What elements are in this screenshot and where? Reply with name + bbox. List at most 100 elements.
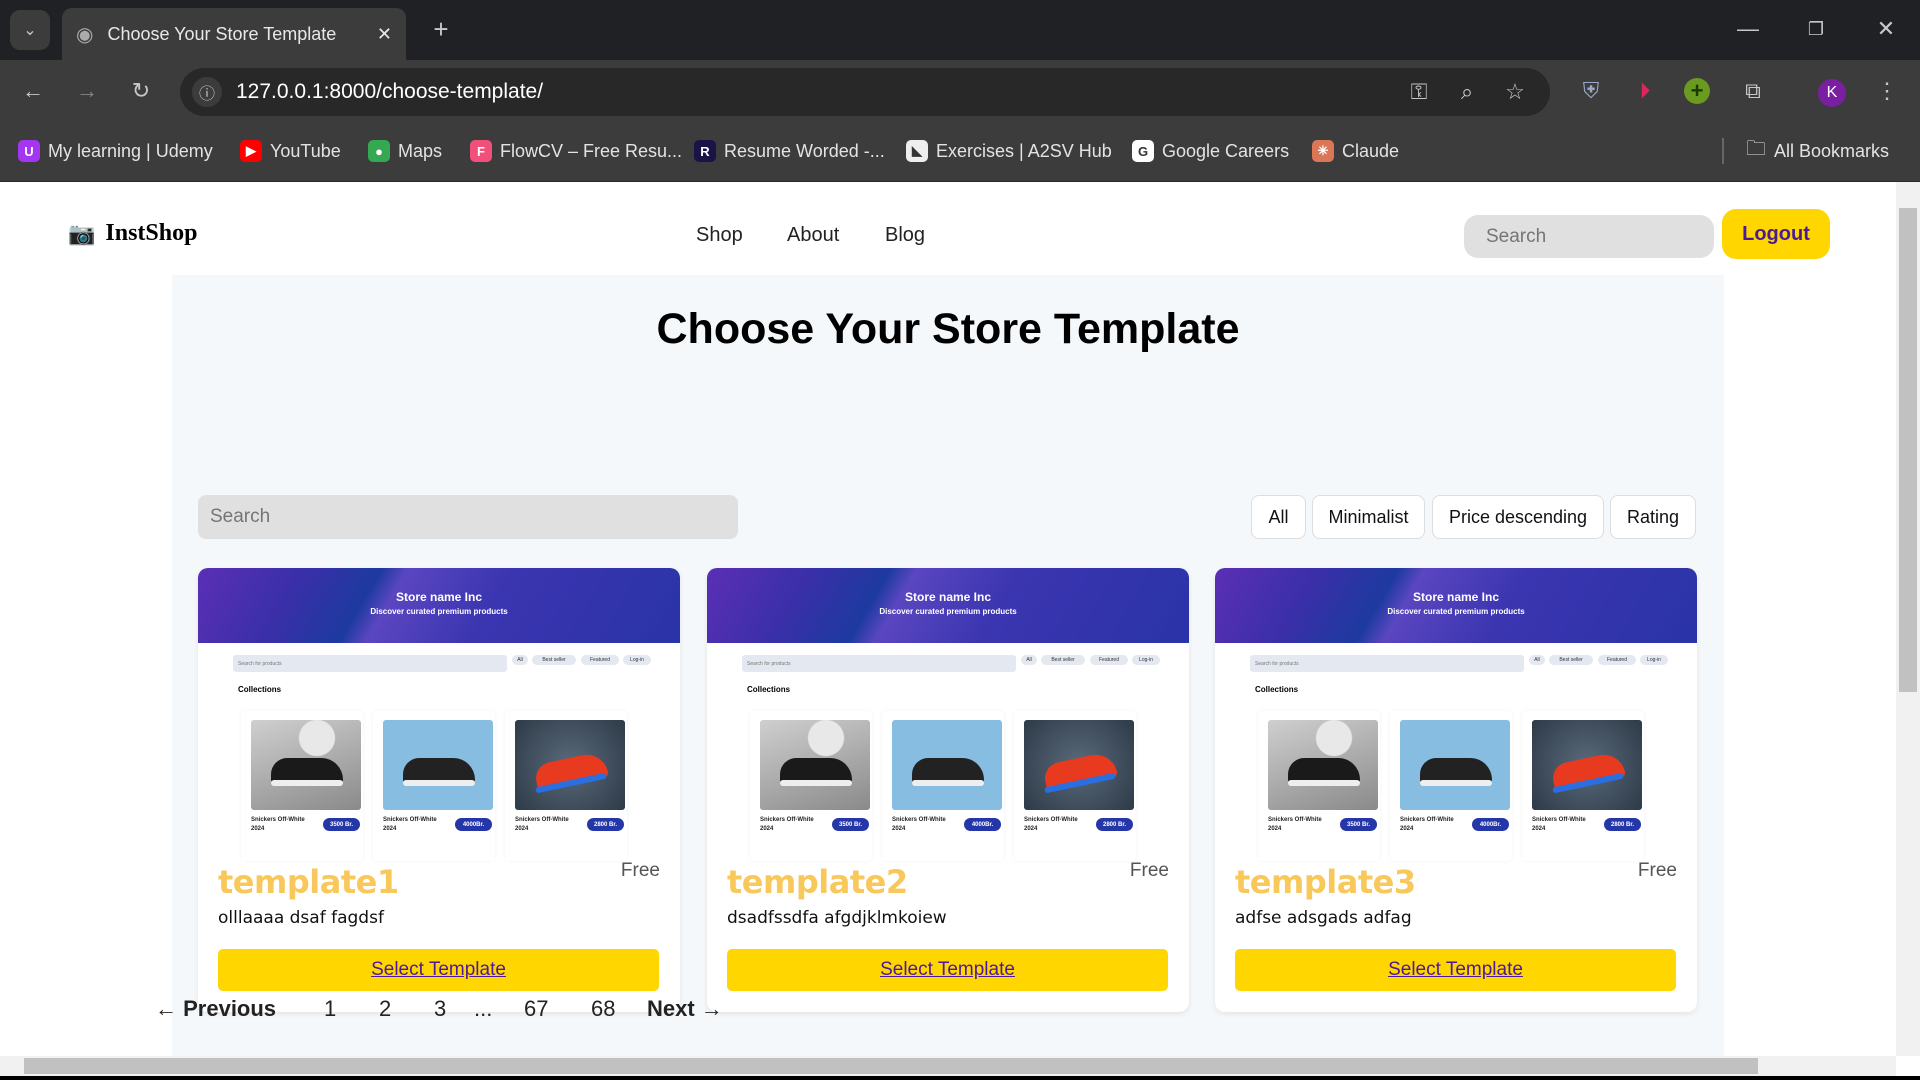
template-description: olllaaaa dsaf fagdsf bbox=[218, 908, 384, 928]
select-template-button[interactable]: Select Template bbox=[1235, 949, 1676, 991]
price-badge: 2800 Br. bbox=[587, 818, 624, 831]
shield-extension-icon[interactable]: ⛨ bbox=[1576, 76, 1606, 106]
bookmark-item[interactable]: F FlowCV – Free Resu... bbox=[470, 134, 682, 168]
close-tab-icon[interactable]: ✕ bbox=[377, 24, 392, 45]
preview-product: Snickers Off-White 2024 3500 Br. bbox=[241, 711, 363, 861]
filter-price-descending[interactable]: Price descending bbox=[1432, 495, 1604, 539]
sneaker-sole bbox=[1288, 780, 1360, 786]
bookmark-item[interactable]: ◣ Exercises | A2SV Hub bbox=[906, 134, 1112, 168]
filter-all[interactable]: All bbox=[1251, 495, 1306, 539]
price-badge: 4000Br. bbox=[1472, 818, 1509, 831]
preview-banner: Store name Inc Discover curated premium … bbox=[198, 568, 680, 643]
site-info-icon[interactable]: ⓘ bbox=[192, 77, 222, 107]
bookmark-item[interactable]: U My learning | Udemy bbox=[18, 134, 213, 168]
product-name: Snickers Off-White 2024 bbox=[251, 817, 305, 832]
password-key-icon[interactable]: ⚿ bbox=[1404, 77, 1434, 107]
tab-active[interactable]: ◉ Choose Your Store Template ✕ bbox=[62, 8, 406, 60]
record-extension-icon[interactable]: ⏵ bbox=[1630, 76, 1660, 106]
logout-button[interactable]: Logout bbox=[1722, 209, 1830, 259]
pagination-page[interactable]: 1 bbox=[324, 995, 336, 1023]
bookmark-star-icon[interactable]: ☆ bbox=[1500, 77, 1530, 107]
camera-icon: 📷 bbox=[68, 220, 96, 246]
pagination-page[interactable]: 68 bbox=[591, 995, 615, 1023]
bookmark-item[interactable]: R Resume Worded -... bbox=[694, 134, 885, 168]
product-name: Snickers Off-White 2024 bbox=[515, 817, 569, 832]
preview-search: Search for products bbox=[742, 655, 1016, 672]
all-bookmarks-button[interactable]: 🗀 All Bookmarks bbox=[1746, 134, 1889, 168]
profile-avatar[interactable]: K bbox=[1818, 79, 1846, 107]
price-badge: 2800 Br. bbox=[1604, 818, 1641, 831]
preview-chip: Log-in bbox=[1640, 655, 1668, 665]
preview-store-name: Store name Inc bbox=[1412, 590, 1500, 604]
preview-chip: All bbox=[1529, 655, 1545, 665]
preview-chip: Best seller bbox=[1041, 655, 1085, 665]
horizontal-scroll-thumb[interactable] bbox=[24, 1058, 1758, 1074]
preview-product: Snickers Off-White 2024 4000Br. bbox=[882, 711, 1004, 861]
logo[interactable]: 📷 InstShop bbox=[68, 220, 197, 247]
address-bar[interactable]: ⓘ 127.0.0.1:8000/choose-template/ ⚿ ⌕ ☆ bbox=[180, 68, 1550, 116]
restore-button[interactable]: ❐ bbox=[1798, 14, 1834, 44]
select-template-button[interactable]: Select Template bbox=[727, 949, 1168, 991]
bookmark-item[interactable]: G Google Careers bbox=[1132, 134, 1289, 168]
template-description: adfse adsgads adfag bbox=[1235, 908, 1412, 928]
close-window-button[interactable]: ✕ bbox=[1868, 14, 1904, 44]
preview-banner: Store name Inc Discover curated premium … bbox=[707, 568, 1189, 643]
menu-kebab-icon[interactable]: ⋮ bbox=[1872, 76, 1902, 106]
pagination-page[interactable]: 3 bbox=[434, 995, 446, 1023]
bookmark-item[interactable]: ● Maps bbox=[368, 134, 442, 168]
preview-product: Snickers Off-White 2024 3500 Br. bbox=[1258, 711, 1380, 861]
product-name: Snickers Off-White 2024 bbox=[1532, 817, 1586, 832]
price-badge: 3500 Br. bbox=[832, 818, 869, 831]
udemy-icon: U bbox=[18, 140, 40, 162]
vertical-scrollbar[interactable] bbox=[1896, 182, 1920, 1056]
preview-chip: Featured bbox=[581, 655, 619, 665]
bookmark-item[interactable]: ✳ Claude bbox=[1312, 134, 1399, 168]
preview-product: Snickers Off-White 2024 2800 Br. bbox=[505, 711, 627, 861]
template-card[interactable]: Store name Inc Discover curated premium … bbox=[707, 568, 1189, 1012]
back-button[interactable]: ← bbox=[18, 76, 48, 106]
url-text: 127.0.0.1:8000/choose-template/ bbox=[236, 80, 544, 103]
reload-button[interactable]: ↻ bbox=[126, 76, 156, 106]
screen-edge bbox=[0, 1076, 1920, 1080]
logo-text: InstShop bbox=[105, 220, 198, 246]
product-image bbox=[515, 720, 625, 810]
product-name: Snickers Off-White 2024 bbox=[1268, 817, 1322, 832]
preview-search: Search for products bbox=[233, 655, 507, 672]
template-card[interactable]: Store name Inc Discover curated premium … bbox=[1215, 568, 1697, 1012]
nav-blog[interactable]: Blog bbox=[885, 224, 925, 247]
nav-shop[interactable]: Shop bbox=[696, 224, 743, 247]
filter-minimalist[interactable]: Minimalist bbox=[1312, 495, 1425, 539]
horizontal-scrollbar[interactable] bbox=[0, 1056, 1896, 1076]
preview-product: Snickers Off-White 2024 3500 Br. bbox=[750, 711, 872, 861]
nav-about[interactable]: About bbox=[787, 224, 839, 247]
template-search-input[interactable] bbox=[198, 495, 738, 539]
folder-icon: 🗀 bbox=[1746, 138, 1766, 160]
select-template-button[interactable]: Select Template bbox=[218, 949, 659, 991]
plus-extension-icon[interactable]: + bbox=[1684, 78, 1710, 104]
preview-chip: Log-in bbox=[623, 655, 651, 665]
vertical-scroll-thumb[interactable] bbox=[1899, 208, 1917, 692]
a2sv-icon: ◣ bbox=[906, 140, 928, 162]
bookmark-label: Resume Worded -... bbox=[724, 140, 885, 161]
zoom-icon[interactable]: ⌕ bbox=[1452, 77, 1482, 107]
minimize-button[interactable]: — bbox=[1730, 14, 1766, 44]
pagination-page[interactable]: 67 bbox=[524, 995, 548, 1023]
filter-rating[interactable]: Rating bbox=[1610, 495, 1696, 539]
product-image bbox=[1400, 720, 1510, 810]
tab-search-button[interactable]: ⌄ bbox=[10, 10, 50, 50]
forward-button[interactable]: → bbox=[72, 76, 102, 106]
template-card[interactable]: Store name Inc Discover curated premium … bbox=[198, 568, 680, 1012]
preview-product: Snickers Off-White 2024 4000Br. bbox=[1390, 711, 1512, 861]
pagination-previous[interactable]: ← Previous bbox=[155, 995, 276, 1023]
price-badge: 3500 Br. bbox=[323, 818, 360, 831]
extensions-puzzle-icon[interactable]: ⧉ bbox=[1738, 76, 1768, 106]
new-tab-button[interactable]: + bbox=[426, 14, 456, 44]
header-search-input[interactable] bbox=[1464, 215, 1714, 258]
tab-title: Choose Your Store Template bbox=[107, 23, 337, 44]
bookmark-item[interactable]: ▶ YouTube bbox=[240, 134, 341, 168]
pagination-next[interactable]: Next → bbox=[647, 995, 723, 1023]
preview-search: Search for products bbox=[1250, 655, 1524, 672]
pagination-page[interactable]: 2 bbox=[379, 995, 391, 1023]
bookmark-label: YouTube bbox=[270, 140, 341, 161]
product-image bbox=[1532, 720, 1642, 810]
